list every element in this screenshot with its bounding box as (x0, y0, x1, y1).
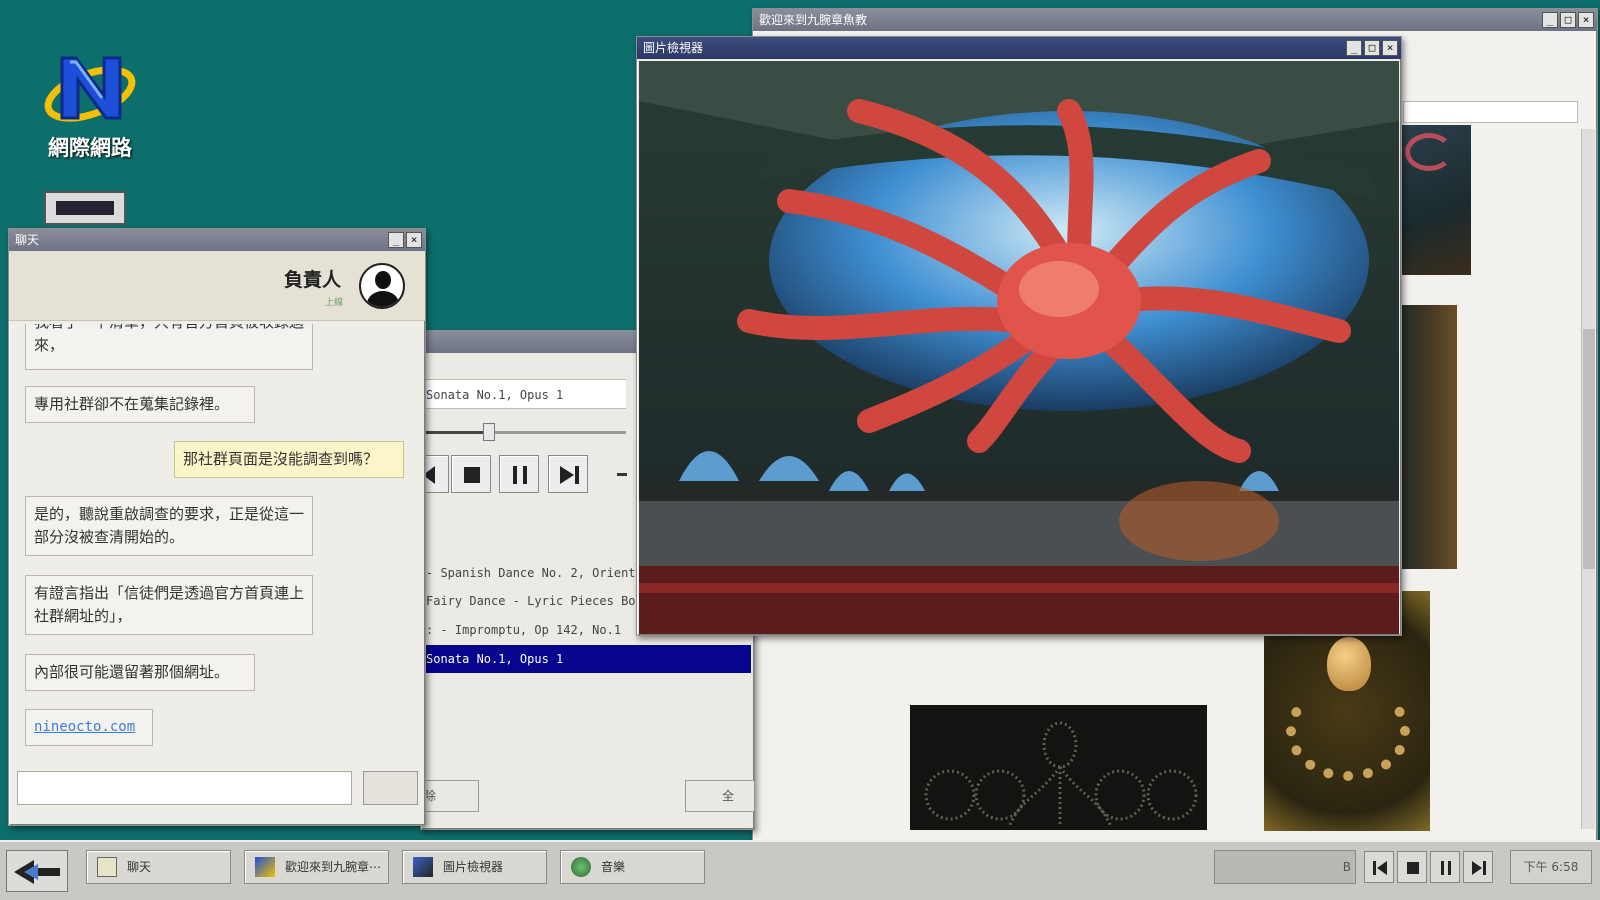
remove-button[interactable]: 除 (421, 780, 479, 812)
tray-next-button[interactable] (1463, 851, 1493, 883)
close-button[interactable]: × (1382, 40, 1398, 56)
browser-scrollbar[interactable] (1581, 129, 1595, 829)
next-icon (560, 466, 579, 484)
close-button[interactable]: × (406, 232, 422, 248)
progress-knob[interactable] (482, 423, 495, 441)
image-viewer-app-icon (413, 857, 433, 877)
internet-n-icon (44, 56, 136, 122)
close-button[interactable]: × (1578, 12, 1594, 28)
pause-button[interactable] (499, 455, 539, 493)
pause-icon (513, 466, 527, 484)
message-incoming: 是的，聽說重啟調查的要求，正是從這一部分沒被查清開始的。 (25, 496, 313, 556)
clock: 下午 6:58 (1510, 850, 1592, 884)
start-button[interactable] (6, 850, 68, 892)
message-incoming: 專用社群卻不在蒐集記錄裡。 (25, 386, 255, 423)
stop-button[interactable] (451, 455, 491, 493)
minimize-button[interactable]: _ (388, 232, 404, 248)
tray-pause-button[interactable] (1430, 851, 1460, 883)
avatar-head-icon (375, 271, 391, 289)
stop-icon (1407, 862, 1419, 874)
message-incoming: 我看了一下清單，只有官方首頁被收錄過來， (25, 324, 313, 370)
internet-desktop-icon[interactable]: 網際網路 (30, 44, 150, 162)
volume-dash (617, 473, 627, 476)
chat-input[interactable] (17, 771, 352, 805)
chat-header: 負責人 上線 (9, 251, 425, 321)
avatar-body-icon (367, 291, 399, 307)
previous-icon (1373, 861, 1387, 875)
chat-window[interactable]: 聊天 _ × 負責人 上線 我看了一下清單，只有官方首頁被收錄過來， 專用社群卻… (8, 228, 426, 826)
taskbar-chat-label: 聊天 (127, 860, 152, 874)
message-link[interactable]: nineocto.com (25, 709, 153, 746)
contact-name: 負責人 (283, 269, 341, 291)
next-button[interactable] (548, 455, 588, 493)
minimize-button[interactable]: _ (1346, 40, 1362, 56)
taskbar-music-label: 音樂 (601, 860, 626, 874)
dark-banner-art (924, 721, 1198, 826)
maximize-button[interactable]: □ (1364, 40, 1380, 56)
browser-address-bar[interactable] (1403, 101, 1578, 123)
dark-octopus-banner[interactable] (910, 705, 1207, 830)
message-list[interactable]: 我看了一下清單，只有官方首頁被收錄過來， 專用社群卻不在蒐集記錄裡。 那社群頁面… (9, 324, 425, 755)
taskbar-image-viewer-label: 圖片檢視器 (443, 860, 504, 874)
playlist-item-selected[interactable]: Sonata No.1, Opus 1 (421, 645, 751, 673)
image-viewer-titlebar[interactable]: 圖片檢視器 _ □ × (637, 37, 1401, 59)
chat-titlebar[interactable]: 聊天 _ × (9, 229, 425, 251)
avatar (359, 263, 405, 309)
tray-now-playing-text: B (1342, 860, 1351, 874)
tray-now-playing: B (1214, 850, 1356, 884)
octopus-thumb-1[interactable] (1399, 125, 1471, 275)
message-incoming: 內部很可能還留著那個網址。 (25, 654, 255, 691)
computer-screen-icon (56, 201, 114, 215)
now-playing-title: Sonata No.1, Opus 1 (421, 379, 626, 409)
tray-stop-button[interactable] (1397, 851, 1427, 883)
taskbar-image-viewer[interactable]: 圖片檢視器 (402, 850, 547, 884)
gold-octopus-arms (1286, 681, 1410, 781)
browser-title: 歡迎來到九腕章魚教 (759, 13, 868, 27)
stop-icon (464, 467, 480, 483)
taskbar-music[interactable]: 音樂 (560, 850, 705, 884)
pause-icon (1441, 861, 1451, 875)
octopus-cathedral-image (639, 61, 1399, 634)
tray-previous-button[interactable] (1364, 851, 1394, 883)
octopus-cathedral-art (639, 61, 1399, 634)
all-button[interactable]: 全 (685, 780, 754, 812)
progress-bar[interactable] (421, 423, 626, 441)
scrollbar-thumb[interactable] (1583, 329, 1595, 569)
thumb-1-tentacle (1405, 133, 1453, 171)
start-logo-icon (14, 860, 60, 884)
taskbar-chat[interactable]: 聊天 (86, 850, 231, 884)
progress-fill (421, 431, 489, 434)
image-viewer-window[interactable]: 圖片檢視器 _ □ × (636, 36, 1402, 636)
taskbar-browser-label: 歡迎來到九腕章⋯ (285, 860, 382, 874)
image-viewer-title: 圖片檢視器 (643, 41, 704, 55)
chat-app-icon (97, 857, 117, 877)
message-outgoing: 那社群頁面是沒能調查到嗎？ (174, 441, 404, 478)
taskbar-browser[interactable]: 歡迎來到九腕章⋯ (244, 850, 389, 884)
send-button[interactable] (363, 771, 418, 805)
browser-titlebar[interactable]: 歡迎來到九腕章魚教 _ □ × (753, 9, 1597, 31)
maximize-button[interactable]: □ (1560, 12, 1576, 28)
internet-app-icon (255, 857, 275, 877)
computer-desktop-icon[interactable] (44, 191, 126, 225)
taskbar: 聊天 歡迎來到九腕章⋯ 圖片檢視器 音樂 B 下午 6:58 (0, 840, 1600, 900)
music-app-icon (571, 857, 591, 877)
minimize-button[interactable]: _ (1542, 12, 1558, 28)
chat-title: 聊天 (15, 233, 40, 247)
internet-icon-label: 網際網路 (48, 136, 132, 160)
contact-status: 上線 (324, 298, 343, 308)
message-incoming: 有證言指出「信徒們是透過官方首頁連上社群網址的」， (25, 575, 313, 635)
next-icon (1472, 861, 1486, 875)
